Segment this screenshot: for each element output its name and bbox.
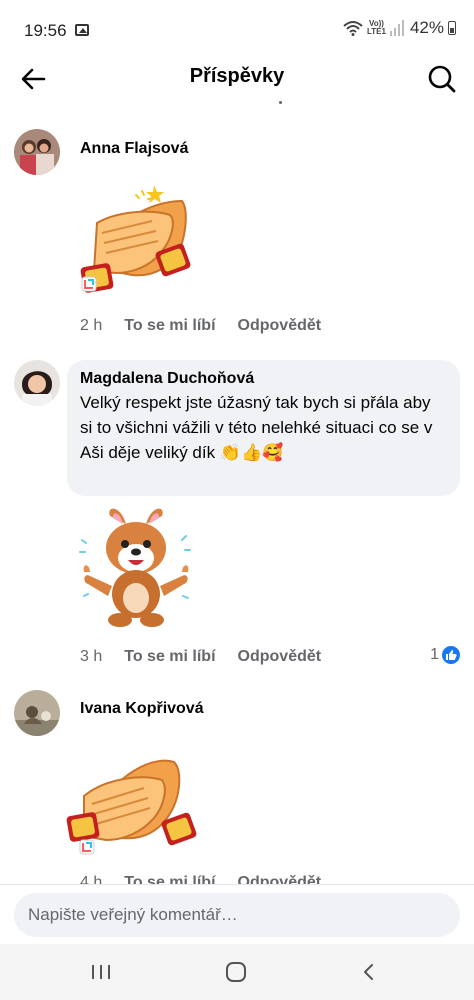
system-back-button[interactable] [354, 958, 384, 986]
battery-percent: 42% [409, 18, 444, 37]
home-icon [226, 962, 246, 982]
like-icon [442, 646, 460, 664]
battery-icon [448, 21, 456, 35]
page-title: Příspěvky [189, 65, 285, 87]
status-time: 19:56 [24, 21, 67, 40]
avatar[interactable] [14, 690, 60, 736]
clapping-hands-sticker [64, 740, 204, 875]
reaction-number: 1 [430, 646, 439, 663]
comment-composer [0, 884, 474, 944]
search-icon [428, 65, 456, 93]
reply-button[interactable]: Odpovědět [238, 317, 322, 335]
status-bar: 19:56 Vo)) LTE1 42% [0, 0, 474, 62]
recents-button[interactable] [86, 958, 116, 986]
home-button[interactable] [221, 958, 251, 986]
screen: 19:56 Vo)) LTE1 42% Příspěvky Anna Flajs… [0, 0, 474, 1000]
comment-text: Velký respekt jste úžasný tak bych si př… [80, 393, 433, 462]
corgi-thumbs-up-sticker [76, 506, 196, 635]
status-icons: Vo)) LTE1 42% [343, 18, 456, 38]
comment-meta: 2 h To se mi líbí Odpovědět [80, 317, 343, 335]
scroll-indicator [279, 101, 282, 104]
gallery-icon [75, 24, 89, 36]
search-button[interactable] [426, 63, 458, 95]
recents-icon [92, 965, 110, 979]
comment-meta: 3 h To se mi líbí Odpovědět [80, 648, 343, 666]
comment-author[interactable]: Ivana Kopřivová [80, 700, 204, 718]
avatar[interactable] [14, 360, 60, 406]
app-header: Příspěvky [0, 55, 474, 103]
comment-time: 2 h [80, 317, 103, 334]
signal-icon [389, 20, 404, 36]
like-button[interactable]: To se mi líbí [124, 317, 215, 335]
reaction-count[interactable]: 1 [430, 646, 460, 664]
navigation-bar [0, 944, 474, 1000]
comment-author[interactable]: Magdalena Duchoňová [80, 370, 254, 388]
comment-input[interactable] [14, 893, 460, 937]
comment-item: Anna Flajsová 2 h To se mi líbí Odpovědě… [0, 127, 474, 347]
clapping-hands-sticker [72, 181, 202, 311]
comment-author[interactable]: Anna Flajsová [80, 140, 188, 158]
comment-item: Ivana Kopřivová 4 h To se mi líbí Odpově… [0, 688, 474, 891]
comment-item: Magdalena Duchoňová Velký respekt jste ú… [0, 360, 474, 680]
like-button[interactable]: To se mi líbí [124, 648, 215, 666]
volte-label: Vo)) LTE1 [367, 19, 386, 36]
reply-button[interactable]: Odpovědět [238, 648, 322, 666]
back-icon [364, 964, 373, 980]
avatar[interactable] [14, 129, 60, 175]
comment-time: 3 h [80, 648, 103, 665]
wifi-icon [343, 20, 363, 36]
